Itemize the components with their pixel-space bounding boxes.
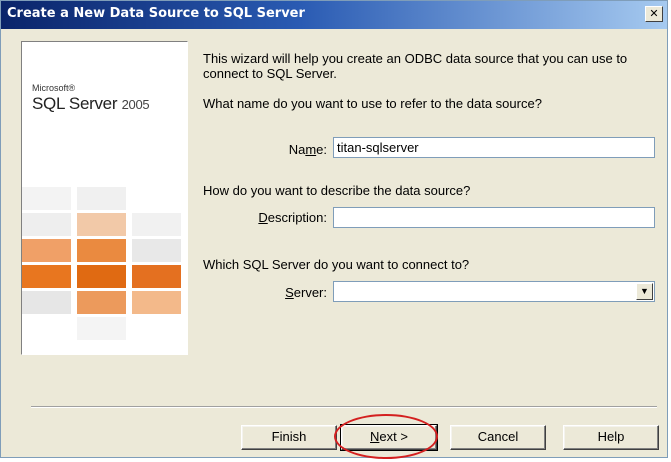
- title-bar[interactable]: Create a New Data Source to SQL Server ✕: [1, 1, 667, 29]
- wizard-intro-text: This wizard will help you create an ODBC…: [203, 51, 628, 81]
- tile: [77, 291, 126, 314]
- chevron-down-icon[interactable]: ▼: [636, 283, 653, 300]
- tile: [22, 291, 71, 314]
- server-label: Server:: [285, 285, 327, 300]
- tile: [132, 239, 181, 262]
- name-question: What name do you want to use to refer to…: [203, 96, 542, 111]
- tile: [77, 213, 126, 236]
- name-field[interactable]: [333, 137, 655, 158]
- tile: [132, 265, 181, 288]
- tile: [132, 291, 181, 314]
- tile: [22, 265, 71, 288]
- server-question: Which SQL Server do you want to connect …: [203, 257, 470, 272]
- logo-version: 2005: [121, 97, 150, 112]
- cancel-button[interactable]: Cancel: [450, 425, 546, 450]
- tile: [22, 239, 71, 262]
- tile: [77, 239, 126, 262]
- name-label: Name:: [288, 142, 327, 157]
- tile: [22, 187, 71, 210]
- help-button[interactable]: Help: [563, 425, 659, 450]
- description-field[interactable]: [333, 207, 655, 228]
- next-button[interactable]: Next >: [340, 424, 438, 451]
- dialog-window: Create a New Data Source to SQL Server ✕…: [0, 0, 668, 459]
- finish-button[interactable]: Finish: [241, 425, 337, 450]
- description-label: Description:: [258, 210, 327, 225]
- logo-brand: Microsoft®: [32, 83, 76, 93]
- tile: [22, 213, 71, 236]
- description-question: How do you want to describe the data sou…: [203, 183, 471, 198]
- tile: [77, 187, 126, 210]
- logo-product-name: SQL Server: [32, 94, 118, 113]
- close-button[interactable]: ✕: [645, 6, 663, 22]
- tile: [77, 317, 126, 340]
- tile: [77, 265, 126, 288]
- button-separator: [31, 406, 657, 408]
- tile: [132, 213, 181, 236]
- product-logo: SQL Server 2005: [32, 94, 150, 114]
- server-dropdown[interactable]: ▼: [333, 281, 655, 302]
- sql-server-banner: Microsoft® SQL Server 2005: [21, 41, 188, 355]
- window-title: Create a New Data Source to SQL Server: [7, 6, 305, 21]
